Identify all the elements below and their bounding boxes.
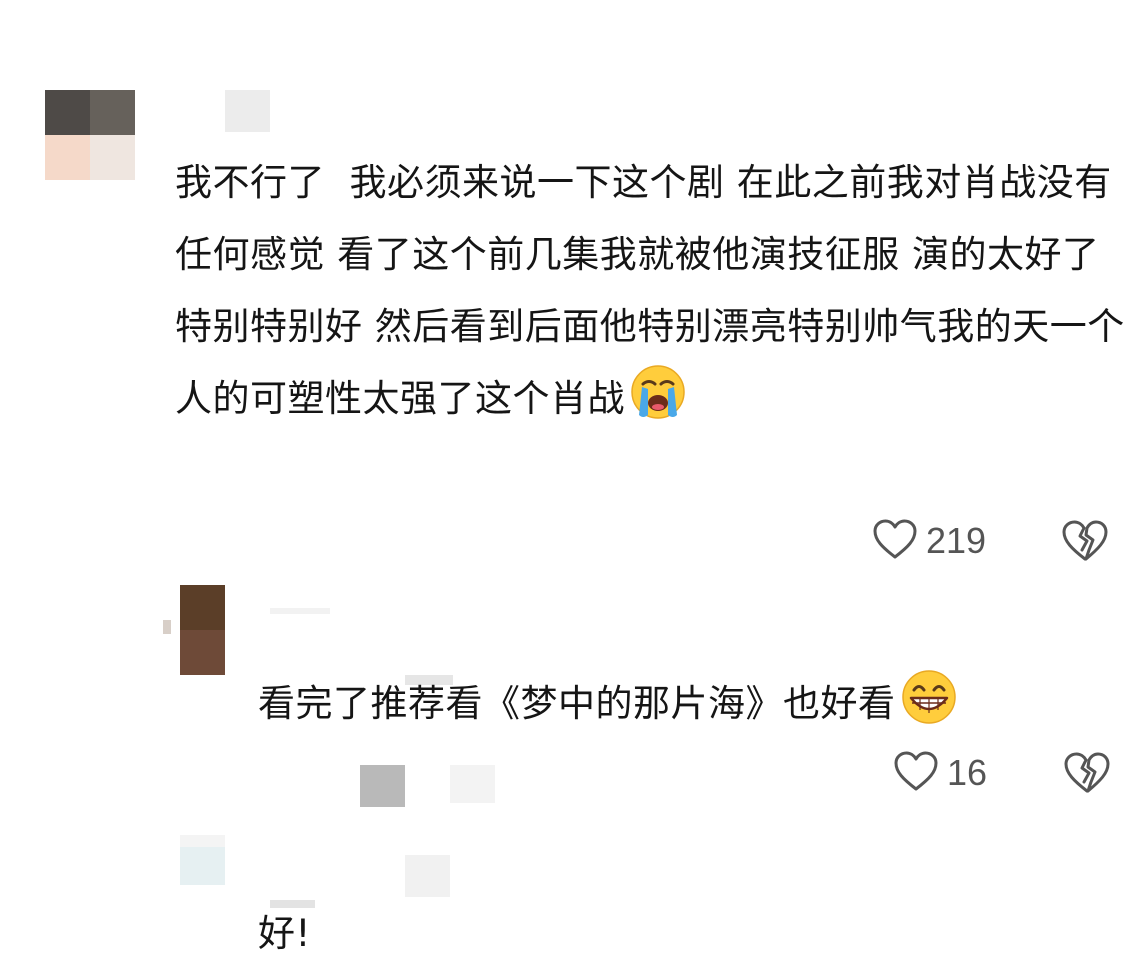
dislike-button[interactable]: [1062, 750, 1112, 798]
mosaic-fragment: [450, 765, 495, 803]
loudly-crying-face-icon: [629, 363, 687, 445]
comment-thread: 我不行了 我必须来说一下这个剧 在此之前我对肖战没有任何感觉 看了这个前几集我就…: [0, 0, 1140, 968]
reply-body: 好!: [258, 912, 311, 955]
reply-body: 看完了推荐看《梦中的那片海》也好看: [258, 682, 896, 725]
dislike-row: [1060, 518, 1110, 566]
like-count: 219: [926, 520, 987, 561]
username[interactable]: [225, 90, 270, 132]
like-button[interactable]: 219: [872, 518, 986, 564]
username[interactable]: [405, 855, 450, 897]
broken-heart-icon: [1062, 750, 1112, 798]
heart-outline-icon: [893, 750, 939, 796]
like-row: 16: [893, 750, 987, 796]
avatar[interactable]: [45, 90, 135, 180]
comment-text: 我不行了 我必须来说一下这个剧 在此之前我对肖战没有任何感觉 看了这个前几集我就…: [175, 147, 1125, 445]
reply-text: 看完了推荐看《梦中的那片海》也好看: [258, 668, 1118, 750]
avatar[interactable]: [180, 835, 225, 885]
like-button[interactable]: 16: [893, 750, 987, 796]
dislike-button[interactable]: [1060, 518, 1110, 566]
mosaic-fragment: [163, 620, 171, 634]
like-count: 16: [947, 752, 988, 793]
username[interactable]: [270, 608, 330, 614]
like-row: 219: [872, 518, 986, 564]
heart-outline-icon: [872, 518, 918, 564]
dislike-row: [1062, 750, 1112, 798]
avatar[interactable]: [180, 585, 225, 675]
broken-heart-icon: [1060, 518, 1110, 566]
mosaic-fragment: [360, 765, 405, 807]
grinning-face-icon: [900, 668, 958, 750]
reply-text: 好!: [258, 898, 658, 968]
